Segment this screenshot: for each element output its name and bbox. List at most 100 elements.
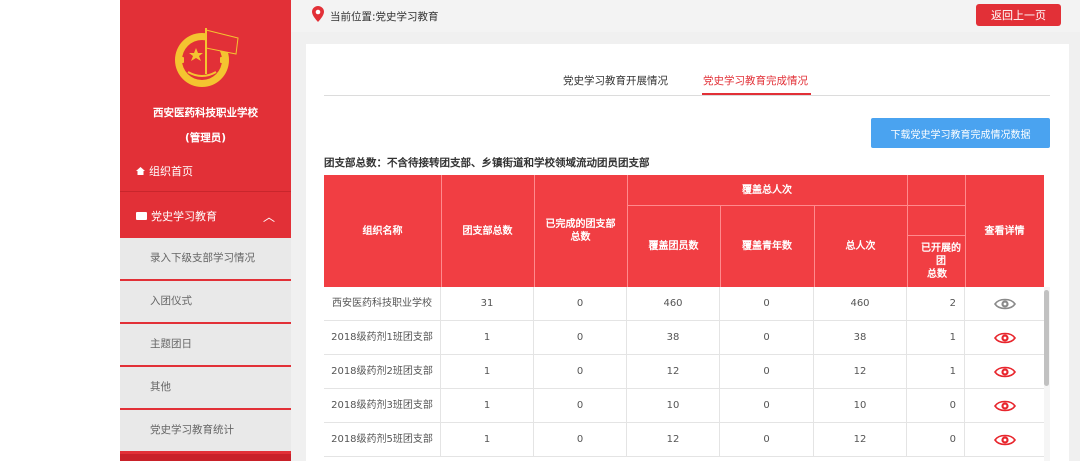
cell-branch-total: 31 xyxy=(441,287,534,321)
header-divider xyxy=(720,205,721,287)
sidebar-item-party-history-education[interactable]: 党史学习教育 ︿ xyxy=(120,196,291,238)
eye-icon[interactable] xyxy=(994,297,1016,311)
table-row: 2018级药剂1班团支部 1 0 38 0 38 1 xyxy=(324,321,1044,355)
sidebar-subitem-induction-ceremony[interactable]: 入团仪式 xyxy=(120,281,291,324)
header-org-name: 组织名称 xyxy=(362,225,403,237)
header-coverage-total: 覆盖总人次 xyxy=(742,184,792,196)
sidebar-subitem-label: 录入下级支部学习情况 xyxy=(150,252,255,264)
cell-members: 38 xyxy=(627,321,720,355)
header-completed-branches: 已完成的团支部 总数 xyxy=(534,175,627,287)
cell-branch-total: 1 xyxy=(441,321,534,355)
cell-completed: 0 xyxy=(534,321,627,355)
table-scrollbar-thumb[interactable] xyxy=(1044,290,1049,386)
sidebar-subitem-statistics[interactable]: 党史学习教育统计 xyxy=(120,410,291,453)
table-header: 组织名称 团支部总数 已完成的团支部 总数 覆盖总人次 覆盖团员数 覆盖青年数 … xyxy=(324,175,1044,287)
header-completed-line1: 已完成的团支部 xyxy=(545,219,616,230)
cell-members: 10 xyxy=(627,389,720,423)
header-divider xyxy=(814,205,815,287)
cell-members: 460 xyxy=(627,287,720,321)
home-icon xyxy=(136,167,145,175)
cell-org-name: 2018级药剂2班团支部 xyxy=(324,355,441,389)
header-divider xyxy=(907,235,965,236)
communist-youth-league-emblem-icon xyxy=(175,28,239,87)
header-completed-line2: 总数 xyxy=(570,232,591,243)
cell-completed: 0 xyxy=(534,389,627,423)
left-margin xyxy=(0,0,120,461)
location-pin-icon xyxy=(312,6,324,22)
header-branch-total: 团支部总数 xyxy=(462,225,513,237)
sidebar-subitem-other[interactable]: 其他 xyxy=(120,367,291,410)
header-total-count: 总人次 xyxy=(845,240,876,252)
table-row: 2018级药剂5班团支部 1 0 12 0 12 0 xyxy=(324,423,1044,457)
chevron-up-icon: ︿ xyxy=(262,210,275,224)
download-data-button[interactable]: 下载党史学习教育完成情况数据 xyxy=(871,118,1050,148)
cell-total: 12 xyxy=(814,423,907,457)
header-covered-members: 覆盖团员数 xyxy=(648,240,699,252)
cell-opened: 2 xyxy=(907,287,965,321)
cell-org-name: 西安医药科技职业学校 xyxy=(324,287,441,321)
eye-icon[interactable] xyxy=(994,365,1016,379)
header-divider xyxy=(441,175,442,287)
header-divider xyxy=(907,175,908,287)
tab-completion-status[interactable]: 党史学习教育完成情况 xyxy=(703,73,808,88)
cell-branch-total: 1 xyxy=(441,389,534,423)
cell-total: 460 xyxy=(814,287,907,321)
cell-members: 12 xyxy=(627,355,720,389)
active-tab-indicator xyxy=(702,93,811,95)
header-divider xyxy=(534,175,535,287)
folder-icon xyxy=(136,212,147,220)
eye-icon[interactable] xyxy=(994,433,1016,447)
tab-development-status[interactable]: 党史学习教育开展情况 xyxy=(563,73,668,88)
branch-total-note: 团支部总数：不含待接转团支部、乡镇街道和学校领域流动团员团支部 xyxy=(324,157,650,169)
breadcrumb: 当前位置:党史学习教育 xyxy=(330,11,439,23)
header-opened-branches: 已开展的团 总数 xyxy=(907,235,965,287)
eye-icon[interactable] xyxy=(994,331,1016,345)
cell-youth: 0 xyxy=(720,321,814,355)
eye-icon[interactable] xyxy=(994,399,1016,413)
cell-org-name: 2018级药剂5班团支部 xyxy=(324,423,441,457)
table-body: 西安医药科技职业学校 31 0 460 0 460 2 2018级药剂1班团支部… xyxy=(324,287,1044,461)
cell-branch-total: 1 xyxy=(441,355,534,389)
cell-youth: 0 xyxy=(720,355,814,389)
cell-total: 38 xyxy=(814,321,907,355)
header-opened-line2: 总数 xyxy=(927,268,947,280)
sidebar-bottom-bar xyxy=(120,454,291,461)
sidebar: 西安医药科技职业学校 (管理员) 组织首页 党史学习教育 ︿ 录入下级支部学习情… xyxy=(120,0,291,461)
cell-branch-total: 1 xyxy=(441,423,534,457)
header-covered-youth: 覆盖青年数 xyxy=(742,240,792,252)
sidebar-item-home[interactable]: 组织首页 xyxy=(120,156,291,192)
cell-youth: 0 xyxy=(720,287,814,321)
header-divider xyxy=(627,205,965,206)
cell-members: 12 xyxy=(627,423,720,457)
sidebar-subitem-label: 入团仪式 xyxy=(150,295,192,307)
header-divider xyxy=(627,175,628,287)
tab-divider xyxy=(324,95,1050,96)
cell-org-name: 2018级药剂1班团支部 xyxy=(324,321,441,355)
table-row: 2018级药剂2班团支部 1 0 12 0 12 1 xyxy=(324,355,1044,389)
sidebar-subitem-label: 主题团日 xyxy=(150,338,192,350)
cell-opened: 0 xyxy=(907,389,965,423)
sidebar-item-label: 组织首页 xyxy=(149,165,193,178)
school-name: 西安医药科技职业学校 xyxy=(153,107,258,119)
sidebar-subitem-enter-branch-study[interactable]: 录入下级支部学习情况 xyxy=(120,238,291,281)
sidebar-subitem-label: 党史学习教育统计 xyxy=(150,424,234,436)
user-role: (管理员) xyxy=(184,132,227,144)
cell-completed: 0 xyxy=(534,355,627,389)
cell-completed: 0 xyxy=(534,423,627,457)
cell-opened: 1 xyxy=(907,355,965,389)
sidebar-item-label: 党史学习教育 xyxy=(151,210,217,223)
cell-opened: 0 xyxy=(907,423,965,457)
cell-youth: 0 xyxy=(720,389,814,423)
header-view-details: 查看详情 xyxy=(984,225,1025,237)
header-opened-line1: 已开展的团 xyxy=(921,242,961,267)
cell-total: 10 xyxy=(814,389,907,423)
table-row: 西安医药科技职业学校 31 0 460 0 460 2 xyxy=(324,287,1044,321)
header-divider xyxy=(965,175,966,287)
cell-total: 12 xyxy=(814,355,907,389)
sidebar-subitem-theme-day[interactable]: 主题团日 xyxy=(120,324,291,367)
cell-org-name: 2018级药剂3班团支部 xyxy=(324,389,441,423)
cell-completed: 0 xyxy=(534,287,627,321)
table-row: 2018级药剂3班团支部 1 0 10 0 10 0 xyxy=(324,389,1044,423)
cell-opened: 1 xyxy=(907,321,965,355)
back-button[interactable]: 返回上一页 xyxy=(976,4,1061,26)
